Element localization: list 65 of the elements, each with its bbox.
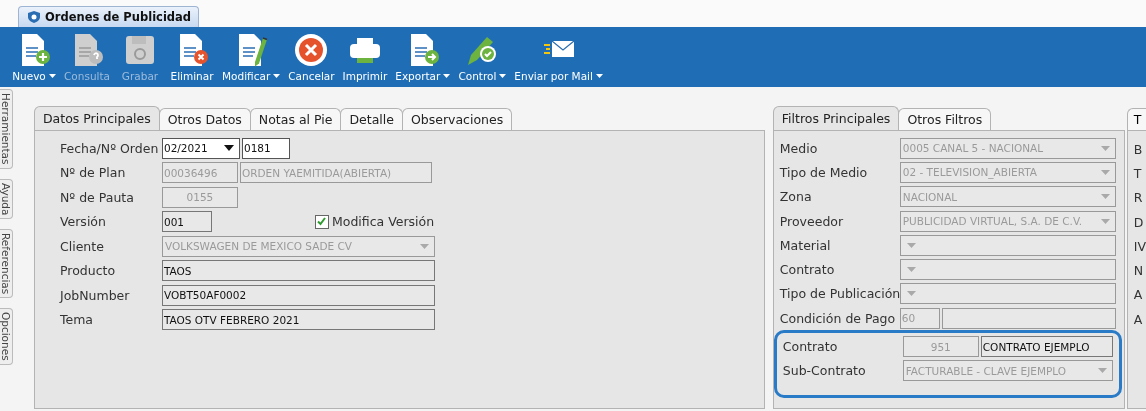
side-tab[interactable]: Ayuda (0, 178, 13, 219)
field-label: Medio (778, 140, 819, 156)
toolbar-button[interactable]: Eliminar (166, 30, 218, 84)
tab[interactable]: T (1126, 108, 1146, 130)
side-tab[interactable]: Herramientas (0, 89, 13, 169)
toolbar-button[interactable]: Modificar (218, 30, 285, 84)
tab[interactable]: Otros Filtros (898, 108, 992, 130)
dropdown-arrow-icon (419, 243, 429, 249)
field-label: B (1133, 140, 1144, 159)
field-label: Condición de Pago (778, 310, 897, 326)
input-field[interactable]: 0181 (241, 137, 290, 159)
field-label: Material (778, 237, 832, 253)
dropdown-arrow-icon (1097, 368, 1107, 374)
tab[interactable]: Datos Principales (33, 106, 160, 130)
dropdown-field[interactable]: 02/2021 (161, 137, 240, 159)
tab[interactable]: Filtros Principales (772, 106, 900, 130)
input-field[interactable]: VOBT50AF0002 (161, 284, 435, 306)
field-label: T (1133, 164, 1143, 183)
field-label: R (1133, 189, 1144, 208)
field-label: Tipo de Publicación (778, 286, 898, 302)
field-label: Fecha/Nº Orden (59, 140, 160, 156)
field-label: Nº de Plan (59, 165, 127, 181)
field-label: Tema (59, 312, 94, 328)
toolbar-button[interactable]: Imprimir (338, 30, 392, 84)
field-label: Nº de Pauta (59, 189, 135, 205)
cancel-icon (293, 32, 330, 68)
dropdown-arrow-icon (906, 291, 916, 297)
dropdown-arrow-icon (906, 267, 916, 273)
dropdown-arrow-icon (1100, 218, 1110, 224)
toolbar-button[interactable]: Control (454, 30, 511, 84)
dropdown-arrow-icon (1100, 145, 1110, 151)
side-tab[interactable]: Opciones (0, 308, 13, 365)
checkbox-label: Modifica Versión (331, 214, 435, 230)
dropdown-arrow-icon (906, 242, 916, 248)
dropdown-arrow-icon (1100, 194, 1110, 200)
checkbox[interactable] (314, 214, 329, 229)
field-label: D (1133, 213, 1145, 232)
field-label: Proveedor (778, 213, 845, 229)
tab[interactable]: Observaciones (401, 108, 513, 130)
field-label: Tipo de Medio (778, 164, 869, 180)
input-field[interactable]: CONTRATO EJEMPLO (980, 336, 1113, 357)
toolbar-button[interactable]: Enviar por Mail (510, 30, 607, 84)
field-label: Contrato (781, 339, 839, 354)
toolbar-button[interactable]: Nuevo (8, 30, 60, 84)
field-label: N (1133, 262, 1145, 281)
field-label: Contrato (778, 262, 836, 278)
field-label: IV (1133, 237, 1146, 256)
field-label: A (1133, 286, 1144, 305)
input-field[interactable]: 001 (161, 211, 212, 233)
side-tab[interactable]: Referencias (0, 229, 13, 299)
field-label: Producto (59, 263, 117, 279)
document-tab[interactable]: Ordenes de Publicidad (18, 6, 200, 27)
field-label: Cliente (59, 238, 105, 254)
input-field[interactable]: TAOS OTV FEBRERO 2021 (161, 309, 435, 331)
toolbar-button[interactable]: Exportar (391, 30, 455, 84)
field-label: Versión (59, 214, 107, 230)
field-label: A (1133, 310, 1144, 329)
field-label: Zona (778, 189, 813, 205)
shield-icon (27, 10, 41, 24)
toolbar-button[interactable]: Cancelar (284, 30, 339, 84)
field-label: JobNumber (59, 287, 131, 303)
field-label: Sub-Contrato (781, 363, 867, 379)
input-field[interactable]: TAOS (161, 260, 435, 282)
dropdown-arrow-icon (1100, 169, 1110, 175)
dropdown-arrow-icon (223, 145, 234, 152)
